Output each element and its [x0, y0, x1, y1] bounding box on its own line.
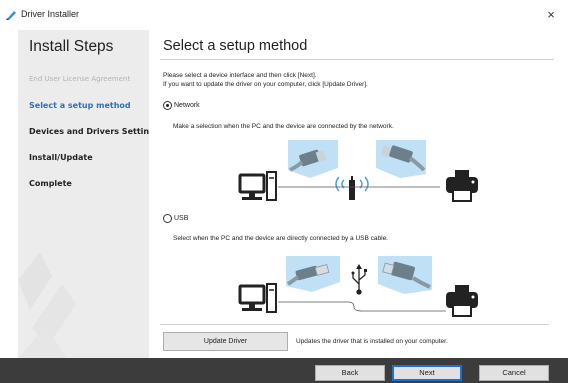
network-connection-illustration	[238, 140, 478, 202]
update-driver-button[interactable]: Update Driver	[163, 332, 288, 351]
usb-symbol-icon	[351, 264, 367, 295]
cancel-button[interactable]: Cancel	[479, 365, 549, 381]
usb-radio-option[interactable]: USB	[163, 214, 188, 223]
pc-icon	[238, 171, 277, 201]
wireless-access-point-icon	[335, 176, 369, 200]
network-radio-option[interactable]: Network	[163, 101, 200, 110]
title-divider	[160, 59, 554, 60]
title-bar: Driver Installer ×	[0, 0, 568, 30]
step-devices-and-drivers-settings: Devices and Drivers Settings	[29, 127, 149, 136]
step-select-setup-method: Select a setup method	[29, 101, 131, 110]
instruction-line-2: If you want to update the driver on your…	[163, 81, 368, 88]
network-option-description: Make a selection when the PC and the dev…	[173, 123, 394, 130]
printer-icon	[446, 285, 478, 317]
printer-icon	[446, 170, 478, 202]
instructions: Please select a device interface and the…	[163, 71, 368, 89]
usb-option-description: Select when the PC and the device are di…	[173, 235, 388, 242]
page-title: Select a setup method	[163, 38, 308, 54]
sidebar-decoration	[18, 252, 76, 358]
step-end-user-license-agreement: End User License Agreement	[29, 75, 131, 83]
install-steps-sidebar: Install Steps End User License Agreement…	[18, 30, 149, 358]
usb-connection-illustration	[238, 256, 478, 317]
footer-bar: Back Next Cancel	[0, 358, 568, 383]
usb-cable-line	[278, 301, 446, 312]
close-icon: ×	[547, 7, 555, 22]
network-radio-label: Network	[174, 102, 200, 109]
driver-installer-app-icon	[6, 11, 16, 20]
instruction-line-1: Please select a device interface and the…	[163, 72, 317, 79]
next-button[interactable]: Next	[392, 365, 462, 381]
step-install-update: Install/Update	[29, 153, 93, 162]
pc-icon	[238, 283, 277, 313]
step-complete: Complete	[29, 179, 72, 188]
usb-radio-button[interactable]	[163, 214, 172, 223]
bottom-divider	[160, 324, 549, 325]
window-title: Driver Installer	[21, 9, 80, 19]
close-button[interactable]: ×	[534, 4, 568, 26]
update-driver-description: Updates the driver that is installed on …	[296, 338, 448, 345]
usb-radio-label: USB	[174, 215, 189, 222]
sidebar-heading: Install Steps	[29, 38, 114, 55]
back-button[interactable]: Back	[315, 365, 385, 381]
network-radio-button[interactable]	[163, 101, 172, 110]
